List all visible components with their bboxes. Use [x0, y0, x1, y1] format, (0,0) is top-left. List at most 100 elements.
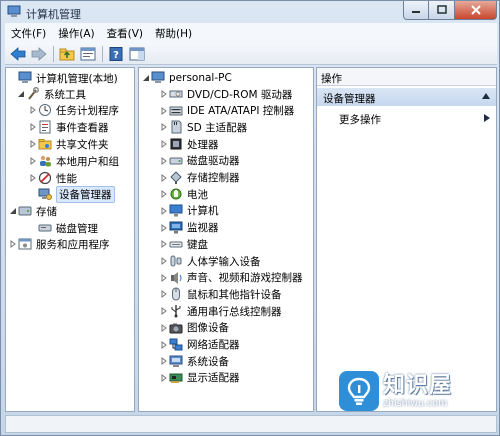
collapse-arrow-icon[interactable]	[159, 203, 169, 219]
device-category[interactable]: 存储控制器	[159, 170, 240, 186]
computer-management-icon	[7, 5, 21, 17]
device-category[interactable]: 处理器	[159, 136, 219, 152]
collapse-arrow-icon[interactable]	[159, 337, 169, 353]
menu-action[interactable]: 操作(A)	[52, 26, 100, 41]
device-category[interactable]: 网络适配器	[159, 337, 240, 353]
device-category[interactable]: 监视器	[159, 220, 219, 236]
usb-icon	[169, 304, 183, 318]
device-category[interactable]: 键盘	[159, 236, 208, 252]
svg-text:?: ?	[113, 50, 119, 61]
device-category[interactable]: 通用串行总线控制器	[159, 303, 282, 319]
tree-item-label: 磁盘管理	[56, 222, 98, 235]
tree-item[interactable]: 设备管理器	[28, 185, 115, 203]
device-category[interactable]: DVD/CD-ROM 驱动器	[159, 86, 292, 102]
watermark: 知识屋 zhishiwu.com	[339, 369, 497, 413]
expand-arrow-icon[interactable]	[8, 203, 18, 219]
expand-arrow-icon[interactable]	[16, 86, 26, 102]
collapse-arrow-icon[interactable]	[28, 136, 38, 152]
collapse-arrow-icon[interactable]	[159, 119, 169, 135]
device-category-label: 通用串行总线控制器	[187, 305, 282, 318]
maximize-button[interactable]	[429, 1, 455, 20]
collapse-arrow-icon[interactable]	[159, 303, 169, 319]
device-category[interactable]: 图像设备	[159, 320, 229, 336]
tree-item[interactable]: 共享文件夹	[28, 136, 109, 152]
device-category-label: 鼠标和其他指针设备	[187, 288, 282, 301]
device-category[interactable]: 显示适配器	[159, 370, 240, 386]
help-icon: ?	[109, 46, 123, 61]
collapse-arrow-icon[interactable]	[159, 86, 169, 102]
properties-button[interactable]	[79, 46, 97, 62]
collapse-arrow-icon[interactable]	[159, 353, 169, 369]
cpu-icon	[169, 137, 183, 151]
show-hide-button[interactable]	[128, 46, 146, 62]
collapse-arrow-icon[interactable]	[28, 119, 38, 135]
device-category[interactable]: 磁盘驱动器	[159, 153, 240, 169]
minimize-button[interactable]	[403, 1, 429, 20]
collapse-arrow-icon[interactable]	[159, 153, 169, 169]
up-folder-icon	[59, 48, 75, 60]
tree-item[interactable]: 磁盘管理	[28, 220, 98, 236]
collapse-arrow-icon[interactable]	[159, 220, 169, 236]
tree-item-label: 存储	[36, 205, 57, 218]
help-button[interactable]: ?	[107, 46, 125, 62]
tree-item[interactable]: 系统工具	[16, 86, 86, 102]
lightbulb-icon	[347, 377, 371, 405]
device-category[interactable]: 声音、视频和游戏控制器	[159, 270, 303, 286]
forward-button[interactable]	[30, 46, 48, 62]
collapse-arrow-icon[interactable]	[159, 370, 169, 386]
collapse-arrow-icon[interactable]	[28, 153, 38, 169]
collapse-arrow-icon[interactable]	[28, 102, 38, 118]
collapse-arrow-icon[interactable]	[159, 236, 169, 252]
device-category-label: 系统设备	[187, 355, 229, 368]
tree-item[interactable]: 性能	[28, 170, 77, 186]
tools-icon	[26, 87, 40, 101]
tree-item-label: 任务计划程序	[56, 104, 119, 117]
collapse-arrow-icon[interactable]	[159, 170, 169, 186]
menu-view[interactable]: 查看(V)	[101, 26, 149, 41]
collapse-arrow-icon[interactable]	[159, 136, 169, 152]
tree-item[interactable]: 任务计划程序	[28, 102, 119, 118]
device-category[interactable]: 计算机	[159, 203, 219, 219]
tree-item[interactable]: 存储	[8, 203, 57, 219]
device-category-label: 显示适配器	[187, 372, 240, 385]
collapse-arrow-icon[interactable]	[159, 320, 169, 336]
device-category[interactable]: 鼠标和其他指针设备	[159, 286, 282, 302]
collapse-arrow-icon[interactable]	[159, 286, 169, 302]
device-category[interactable]: 电池	[159, 186, 208, 202]
tree-item[interactable]: 计算机管理(本地)	[8, 70, 118, 86]
navigation-tree-pane: 计算机管理(本地) 系统工具任务计划程序事件查看器 共享文件夹 本地用户和组 性能 设备管…	[5, 67, 135, 412]
menu-file[interactable]: 文件(F)	[5, 26, 52, 41]
expand-arrow-icon[interactable]	[141, 70, 151, 86]
actions-section-device-manager[interactable]: 设备管理器	[317, 88, 496, 106]
up-folder-button[interactable]	[58, 46, 76, 62]
device-category[interactable]: IDE ATA/ATAPI 控制器	[159, 103, 294, 119]
device-category[interactable]: 系统设备	[159, 353, 229, 369]
close-button[interactable]	[455, 1, 497, 20]
status-bar	[5, 415, 497, 433]
menu-help[interactable]: 帮助(H)	[149, 26, 198, 41]
tree-item[interactable]: 服务和应用程序	[8, 236, 110, 252]
storage-controller-icon	[169, 170, 183, 185]
more-actions-item[interactable]: 更多操作	[317, 109, 496, 127]
tree-item[interactable]: 事件查看器	[28, 119, 109, 135]
back-button[interactable]	[9, 46, 27, 62]
device-category[interactable]: SD 主适配器	[159, 119, 247, 135]
collapse-arrow-icon[interactable]	[159, 253, 169, 269]
collapse-arrow-icon[interactable]	[159, 186, 169, 202]
device-category[interactable]: 人体学输入设备	[159, 253, 261, 269]
collapse-arrow-icon[interactable]	[8, 236, 18, 252]
device-manager-icon	[38, 187, 52, 201]
collapse-arrow-icon[interactable]	[159, 270, 169, 286]
tree-item-label: 设备管理器	[56, 185, 115, 203]
toolbar: ?	[5, 43, 497, 65]
device-tree-root[interactable]: personal-PC	[141, 70, 232, 86]
device-category-label: 计算机	[187, 205, 219, 218]
close-icon	[470, 5, 481, 15]
collapse-arrow-icon[interactable]	[159, 103, 169, 119]
tree-item[interactable]: 本地用户和组	[28, 153, 119, 169]
device-tree-root-label: personal-PC	[169, 72, 232, 84]
collapse-arrow-icon[interactable]	[28, 170, 38, 186]
watermark-url: zhishiwu.com	[383, 397, 448, 409]
device-category-label: 电池	[187, 188, 208, 201]
forward-icon	[31, 46, 47, 61]
